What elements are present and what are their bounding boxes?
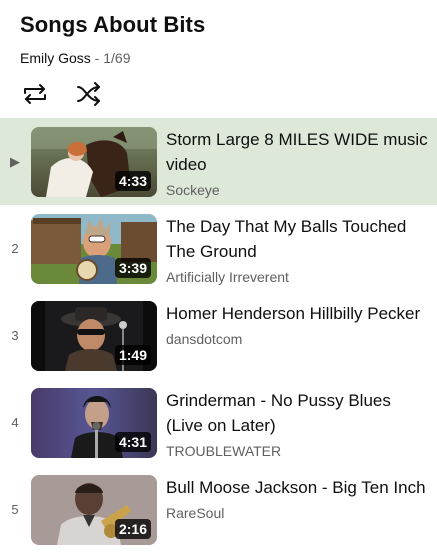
video-thumbnail[interactable]: 4:31 [31, 388, 157, 458]
video-title[interactable]: Grinderman - No Pussy Blues (Live on Lat… [166, 388, 428, 438]
playlist-item[interactable]: 2 3:39 The Day That My Balls Touched The… [0, 205, 437, 292]
playlist-owner[interactable]: Emily Goss [20, 50, 91, 66]
playlist-item[interactable]: 3 1:49 Homer Henderson Hillbilly Pecker … [0, 292, 437, 379]
video-info: Storm Large 8 MILES WIDE music video Soc… [166, 127, 428, 199]
video-title[interactable]: Homer Henderson Hillbilly Pecker [166, 301, 428, 326]
playlist-meta: Emily Goss - 1/69 [20, 50, 131, 66]
loop-button[interactable] [20, 80, 50, 108]
item-index: 5 [11, 502, 19, 517]
item-index: 3 [11, 328, 19, 343]
channel-name[interactable]: dansdotcom [166, 330, 428, 348]
playlist-item[interactable]: 5 2:16 Bull Moose Jackson - Big Ten Inch… [0, 466, 437, 553]
video-duration: 3:39 [114, 258, 151, 278]
video-info: Grinderman - No Pussy Blues (Live on Lat… [166, 388, 428, 460]
playlist-controls [20, 80, 104, 108]
video-thumbnail[interactable]: 1:49 [31, 301, 157, 371]
playlist-item[interactable]: ▶ 4:33 Storm Large 8 MILES WIDE music vi… [0, 118, 437, 205]
playlist-item[interactable]: 4 4:31 Grinderman - No Pussy Blues (Live… [0, 379, 437, 466]
video-thumbnail[interactable]: 3:39 [31, 214, 157, 284]
channel-name[interactable]: RareSoul [166, 504, 428, 522]
video-info: Homer Henderson Hillbilly Pecker dansdot… [166, 301, 428, 348]
video-info: Bull Moose Jackson - Big Ten Inch RareSo… [166, 475, 428, 522]
playlist-header: Songs About Bits Emily Goss - 1/69 [0, 0, 437, 118]
playlist-items: ▶ 4:33 Storm Large 8 MILES WIDE music vi… [0, 118, 437, 553]
video-duration: 2:16 [114, 519, 151, 539]
shuffle-icon [77, 82, 100, 106]
meta-separator: - [90, 50, 104, 66]
video-title[interactable]: Bull Moose Jackson - Big Ten Inch [166, 475, 428, 500]
playlist-position: 1/69 [103, 50, 131, 66]
video-thumbnail[interactable]: 4:33 [31, 127, 157, 197]
video-title[interactable]: Storm Large 8 MILES WIDE music video [166, 127, 428, 177]
channel-name[interactable]: Sockeye [166, 181, 428, 199]
channel-name[interactable]: Artificially Irreverent [166, 268, 428, 286]
item-index: 2 [11, 241, 19, 256]
playlist-title[interactable]: Songs About Bits [20, 12, 205, 38]
loop-icon [24, 84, 46, 104]
video-title[interactable]: The Day That My Balls Touched The Ground [166, 214, 428, 264]
now-playing-indicator: ▶ [10, 153, 20, 169]
video-duration: 1:49 [114, 345, 151, 365]
channel-name[interactable]: TROUBLEWATER [166, 442, 428, 460]
video-thumbnail[interactable]: 2:16 [31, 475, 157, 545]
item-index: 4 [11, 415, 19, 430]
video-info: The Day That My Balls Touched The Ground… [166, 214, 428, 286]
video-duration: 4:33 [114, 171, 151, 191]
shuffle-button[interactable] [74, 80, 104, 108]
video-duration: 4:31 [114, 432, 151, 452]
